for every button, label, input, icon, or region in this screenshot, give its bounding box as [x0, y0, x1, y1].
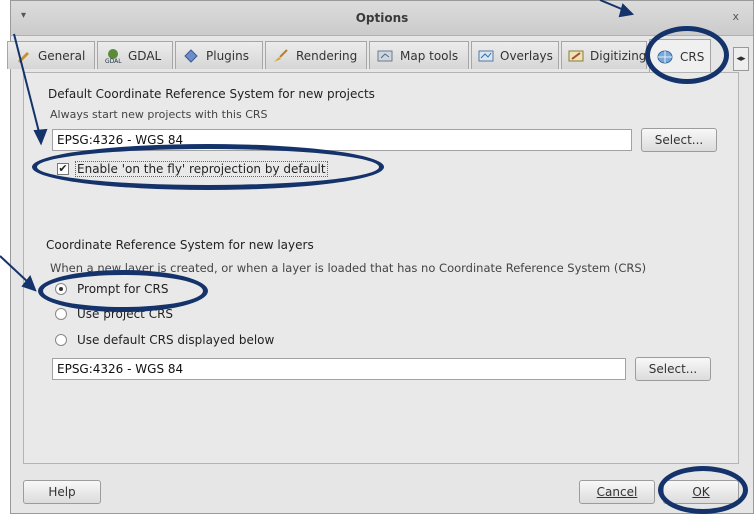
cancel-label: Cancel [596, 485, 638, 499]
tab-rendering[interactable]: Rendering [265, 41, 367, 69]
svg-text:GDAL: GDAL [105, 58, 122, 64]
project-crs-title: Default Coordinate Reference System for … [48, 87, 375, 101]
globe-icon [656, 49, 674, 65]
tab-label: General [38, 48, 86, 63]
otf-label: Enable 'on the fly' reprojection by defa… [75, 161, 328, 177]
radio-label: Use project CRS [77, 307, 174, 321]
close-icon[interactable]: x [732, 10, 739, 23]
tab-label: Digitizing [590, 48, 647, 63]
radio-button[interactable] [55, 308, 67, 320]
tab-label: CRS [680, 49, 705, 64]
tab-label: Plugins [206, 48, 249, 63]
layer-crs-title: Coordinate Reference System for new laye… [46, 238, 314, 252]
tab-label: Rendering [296, 48, 358, 63]
tab-gdal[interactable]: GDAL GDAL [97, 41, 173, 69]
gdal-icon: GDAL [104, 48, 122, 64]
radio-label: Prompt for CRS [77, 282, 169, 296]
tab-digitizing[interactable]: Digitizing [561, 41, 647, 69]
tab-plugins[interactable]: Plugins [175, 41, 263, 69]
options-dialog: ▾ Options x General GDAL GDAL Plugins Re… [7, 0, 754, 514]
layer-crs-hint: When a new layer is created, or when a l… [50, 261, 647, 275]
otf-reprojection-checkbox-row[interactable]: ✔ Enable 'on the fly' reprojection by de… [57, 161, 328, 177]
title-bar: ▾ Options x [11, 1, 753, 36]
wrench-icon [14, 48, 32, 64]
brush-icon [272, 48, 290, 64]
tab-map-tools[interactable]: Map tools [369, 41, 469, 69]
cancel-button[interactable]: Cancel [579, 480, 655, 504]
map-tools-icon [376, 48, 394, 64]
overlays-icon [478, 48, 494, 64]
otf-checkbox[interactable]: ✔ [57, 163, 69, 175]
tab-crs[interactable]: CRS [649, 39, 711, 73]
help-button[interactable]: Help [23, 480, 101, 504]
project-crs-hint: Always start new projects with this CRS [50, 108, 268, 121]
ok-button[interactable]: OK [663, 480, 739, 504]
radio-use-project-crs[interactable]: Use project CRS [55, 307, 173, 321]
radio-button[interactable] [55, 283, 67, 295]
default-layer-crs-field[interactable]: EPSG:4326 - WGS 84 [52, 358, 626, 380]
radio-button[interactable] [55, 334, 67, 346]
layer-crs-select-button[interactable]: Select... [635, 357, 711, 381]
digitizing-icon [568, 48, 584, 64]
window-title: Options [355, 11, 409, 25]
tab-general[interactable]: General [7, 41, 95, 69]
radio-label: Use default CRS displayed below [77, 333, 275, 347]
tab-bar: General GDAL GDAL Plugins Rendering Map … [7, 39, 753, 73]
tab-label: Map tools [400, 48, 459, 63]
crs-panel: Default Coordinate Reference System for … [23, 72, 739, 464]
ok-label: OK [692, 485, 710, 499]
project-crs-select-button[interactable]: Select... [641, 128, 717, 152]
tab-label: Overlays [500, 48, 553, 63]
tab-scroll-arrows-icon[interactable]: ◂▸ [733, 47, 749, 71]
tab-label: GDAL [128, 48, 162, 63]
radio-prompt-for-crs[interactable]: Prompt for CRS [55, 282, 169, 296]
plugin-icon [182, 48, 200, 64]
tab-overlays[interactable]: Overlays [471, 41, 559, 69]
project-crs-field[interactable]: EPSG:4326 - WGS 84 [52, 129, 632, 151]
radio-use-default-crs[interactable]: Use default CRS displayed below [55, 333, 274, 347]
